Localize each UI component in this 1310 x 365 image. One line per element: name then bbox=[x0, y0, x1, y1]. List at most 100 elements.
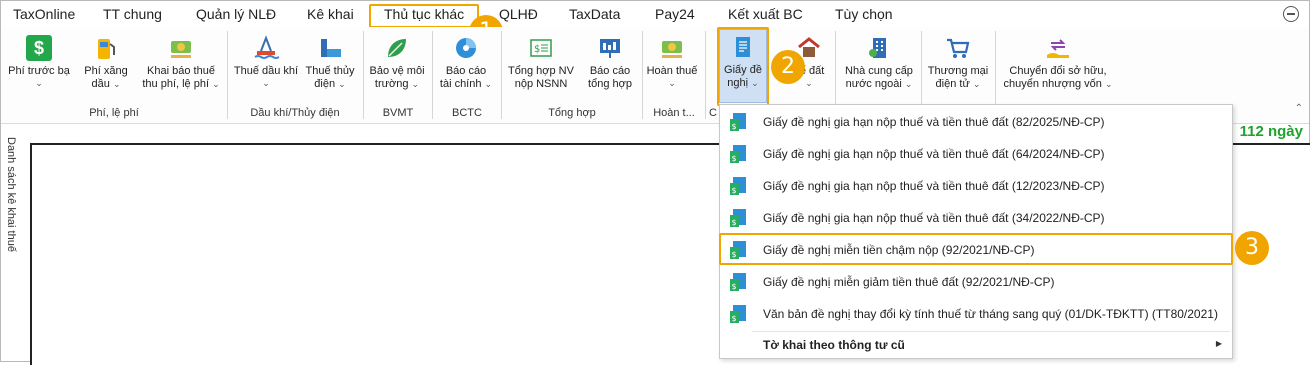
btn-chuyen-doi-so-huu[interactable]: Chuyển đổi sở hữu, chuyển nhượng vốn ⌄ bbox=[999, 31, 1117, 91]
btn-bao-ve-moi-truong[interactable]: Bảo vệ môi trường ⌄ bbox=[367, 31, 427, 91]
svg-text:$: $ bbox=[732, 218, 737, 227]
btn-label: trường bbox=[374, 78, 409, 90]
dropdown-item-label: Văn bản đề nghị thay đổi kỳ tính thuế từ… bbox=[763, 307, 1218, 321]
form-doc-icon: $ bbox=[730, 145, 746, 163]
dropdown-item-highlighted[interactable]: $ Giấy đề nghị miễn tiền chậm nộp (92/20… bbox=[720, 234, 1232, 266]
btn-label: thu phí, lệ phí bbox=[142, 78, 210, 90]
dropdown-item[interactable]: $ Giấy đề nghị gia hạn nộp thuế và tiền … bbox=[720, 202, 1232, 234]
group-label-tong-hop: Tổng hợp bbox=[548, 107, 596, 119]
chevron-down-icon: ⌄ bbox=[338, 79, 346, 89]
btn-label: nghị bbox=[727, 77, 749, 89]
btn-nha-cung-cap-nuoc-ngoai[interactable]: Nhà cung cấp nước ngoài ⌄ bbox=[839, 31, 919, 91]
group-label-other: C bbox=[709, 107, 717, 119]
btn-label: dầu bbox=[91, 78, 110, 90]
btn-label: Thương mại bbox=[927, 65, 989, 77]
menu-quan-ly-nld[interactable]: Quản lý NLĐ bbox=[196, 6, 276, 22]
chevron-down-icon: ⌄ bbox=[484, 79, 493, 89]
chevron-down-icon: ⌄ bbox=[904, 79, 913, 89]
leaf-icon bbox=[384, 35, 410, 61]
collapse-ribbon-icon[interactable]: ⌃ bbox=[1295, 103, 1303, 114]
dropdown-item[interactable]: $ Giấy đề nghị gia hạn nộp thuế và tiền … bbox=[720, 138, 1232, 170]
group-label-phi-le-phi: Phí, lệ phí bbox=[89, 107, 139, 119]
menu-ket-xuat-bc[interactable]: Kết xuất BC bbox=[728, 6, 803, 22]
svg-text:$: $ bbox=[732, 314, 737, 323]
step-badge-2: 2 bbox=[771, 50, 805, 84]
dropdown-item-label: Giấy đề nghị gia hạn nộp thuế và tiền th… bbox=[763, 179, 1105, 193]
minimize-ribbon-icon[interactable] bbox=[1283, 6, 1299, 22]
giay-de-nghi-dropdown: $ Giấy đề nghị gia hạn nộp thuế và tiền … bbox=[719, 104, 1233, 359]
days-remaining: 112 ngày bbox=[1239, 123, 1303, 140]
chevron-down-icon: ⌄ bbox=[411, 79, 420, 89]
btn-label: chuyển nhượng vốn bbox=[1003, 78, 1102, 90]
menu-tuy-chon[interactable]: Tùy chọn bbox=[835, 6, 893, 22]
shopping-cart-icon bbox=[945, 35, 971, 61]
btn-thue-dau-khi[interactable]: Thuế dầu khí ⌄ bbox=[231, 31, 301, 88]
ledger-icon: $ bbox=[528, 35, 554, 61]
btn-thue-thuy-dien[interactable]: Thuế thủy điện ⌄ bbox=[301, 31, 359, 91]
form-doc-icon: $ bbox=[730, 209, 746, 227]
chevron-down-icon: ⌄ bbox=[212, 79, 220, 89]
btn-phi-xang-dau[interactable]: Phí xăng dầu ⌄ bbox=[77, 31, 135, 91]
btn-label: Hoàn thuế bbox=[646, 65, 698, 77]
group-label-bctc: BCTC bbox=[452, 107, 482, 119]
btn-hoan-thue[interactable]: Hoàn thuế ⌄ bbox=[644, 31, 700, 88]
btn-bao-cao-tong-hop[interactable]: Báo cáo tổng hợp bbox=[581, 31, 639, 91]
btn-label: nước ngoài bbox=[845, 78, 902, 90]
menu-thu-tuc-khac[interactable]: Thủ tục khác bbox=[384, 6, 464, 22]
dropdown-item[interactable]: $ Văn bản đề nghị thay đổi kỳ tính thuế … bbox=[720, 298, 1232, 330]
group-separator bbox=[705, 31, 706, 119]
group-label-dau-khi: Dầu khí/Thủy điện bbox=[250, 107, 340, 119]
building-icon bbox=[866, 35, 892, 61]
form-doc-icon: $ bbox=[730, 305, 746, 323]
dropdown-submenu-item[interactable]: Tờ khai theo thông tư cũ ▶ bbox=[720, 330, 1232, 358]
form-doc-icon: $ bbox=[730, 177, 746, 195]
btn-label: Thuế thủy bbox=[305, 65, 355, 77]
btn-label: tài chính bbox=[439, 78, 482, 90]
btn-label: Tổng hợp NV bbox=[508, 65, 574, 77]
group-separator bbox=[363, 31, 364, 119]
form-doc-icon: $ bbox=[730, 273, 746, 291]
menu-tt-chung[interactable]: TT chung bbox=[103, 6, 162, 22]
chevron-down-icon: ⌄ bbox=[112, 79, 121, 89]
dropdown-item-label: Giấy đề nghị miễn giảm tiền thuê đất (92… bbox=[763, 275, 1055, 289]
menu-bar: TaxOnline TT chung Quản lý NLĐ Kê khai T… bbox=[1, 1, 1309, 27]
menu-pay24[interactable]: Pay24 bbox=[655, 6, 695, 22]
menu-qlhd[interactable]: QLHĐ bbox=[499, 6, 538, 22]
group-separator bbox=[642, 31, 643, 119]
btn-giay-de-nghi[interactable]: Giấy đề nghị ⌄ bbox=[719, 29, 767, 103]
btn-label: tổng hợp bbox=[588, 78, 632, 90]
btn-label: Báo cáo bbox=[589, 65, 631, 77]
btn-label: điện bbox=[314, 78, 336, 90]
dropdown-item[interactable]: $ Giấy đề nghị gia hạn nộp thuế và tiền … bbox=[720, 170, 1232, 202]
svg-text:$: $ bbox=[732, 282, 737, 291]
dropdown-item[interactable]: $ Giấy đề nghị gia hạn nộp thuế và tiền … bbox=[720, 106, 1232, 138]
group-label-hoan-thue: Hoàn t... bbox=[653, 107, 695, 119]
chevron-down-icon: ⌄ bbox=[668, 78, 676, 88]
btn-phi-truoc-ba[interactable]: $ Phí trước bạ ⌄ bbox=[3, 31, 75, 88]
form-doc-icon: $ bbox=[730, 113, 746, 131]
chevron-down-icon: ⌄ bbox=[972, 79, 981, 89]
svg-text:$: $ bbox=[732, 186, 737, 195]
menu-ke-khai[interactable]: Kê khai bbox=[307, 6, 354, 22]
svg-text:$: $ bbox=[732, 250, 737, 259]
btn-thuong-mai-dien-tu[interactable]: Thương mại điện tử ⌄ bbox=[925, 31, 991, 91]
dropdown-item[interactable]: $ Giấy đề nghị miễn giảm tiền thuê đất (… bbox=[720, 266, 1232, 298]
btn-label: Chuyển đổi sở hữu, bbox=[1009, 65, 1107, 77]
form-doc-icon: $ bbox=[730, 241, 746, 259]
btn-bao-cao-tai-chinh[interactable]: Báo cáo tài chính ⌄ bbox=[437, 31, 495, 91]
btn-label: Giấy đề bbox=[724, 64, 762, 76]
menu-taxdata[interactable]: TaxData bbox=[569, 6, 620, 22]
btn-tong-hop-nv[interactable]: $ Tổng hợp NV nộp NSNN bbox=[505, 31, 577, 91]
money-hand-icon bbox=[659, 35, 685, 61]
btn-label: Phí xăng bbox=[84, 65, 128, 77]
svg-text:$: $ bbox=[534, 44, 540, 55]
side-panel-title[interactable]: Danh sách kê khai thuế bbox=[5, 137, 17, 252]
btn-label: Phí trước bạ bbox=[8, 65, 70, 77]
menu-taxonline[interactable]: TaxOnline bbox=[13, 6, 75, 22]
chevron-down-icon: ⌄ bbox=[262, 78, 270, 88]
money-hand-icon bbox=[168, 35, 194, 61]
dollar-icon: $ bbox=[26, 35, 52, 61]
btn-label: Thuế dầu khí bbox=[233, 65, 299, 77]
btn-khai-bao-thue[interactable]: Khai báo thuế thu phí, lệ phí ⌄ bbox=[139, 31, 223, 91]
dam-icon bbox=[317, 35, 343, 61]
